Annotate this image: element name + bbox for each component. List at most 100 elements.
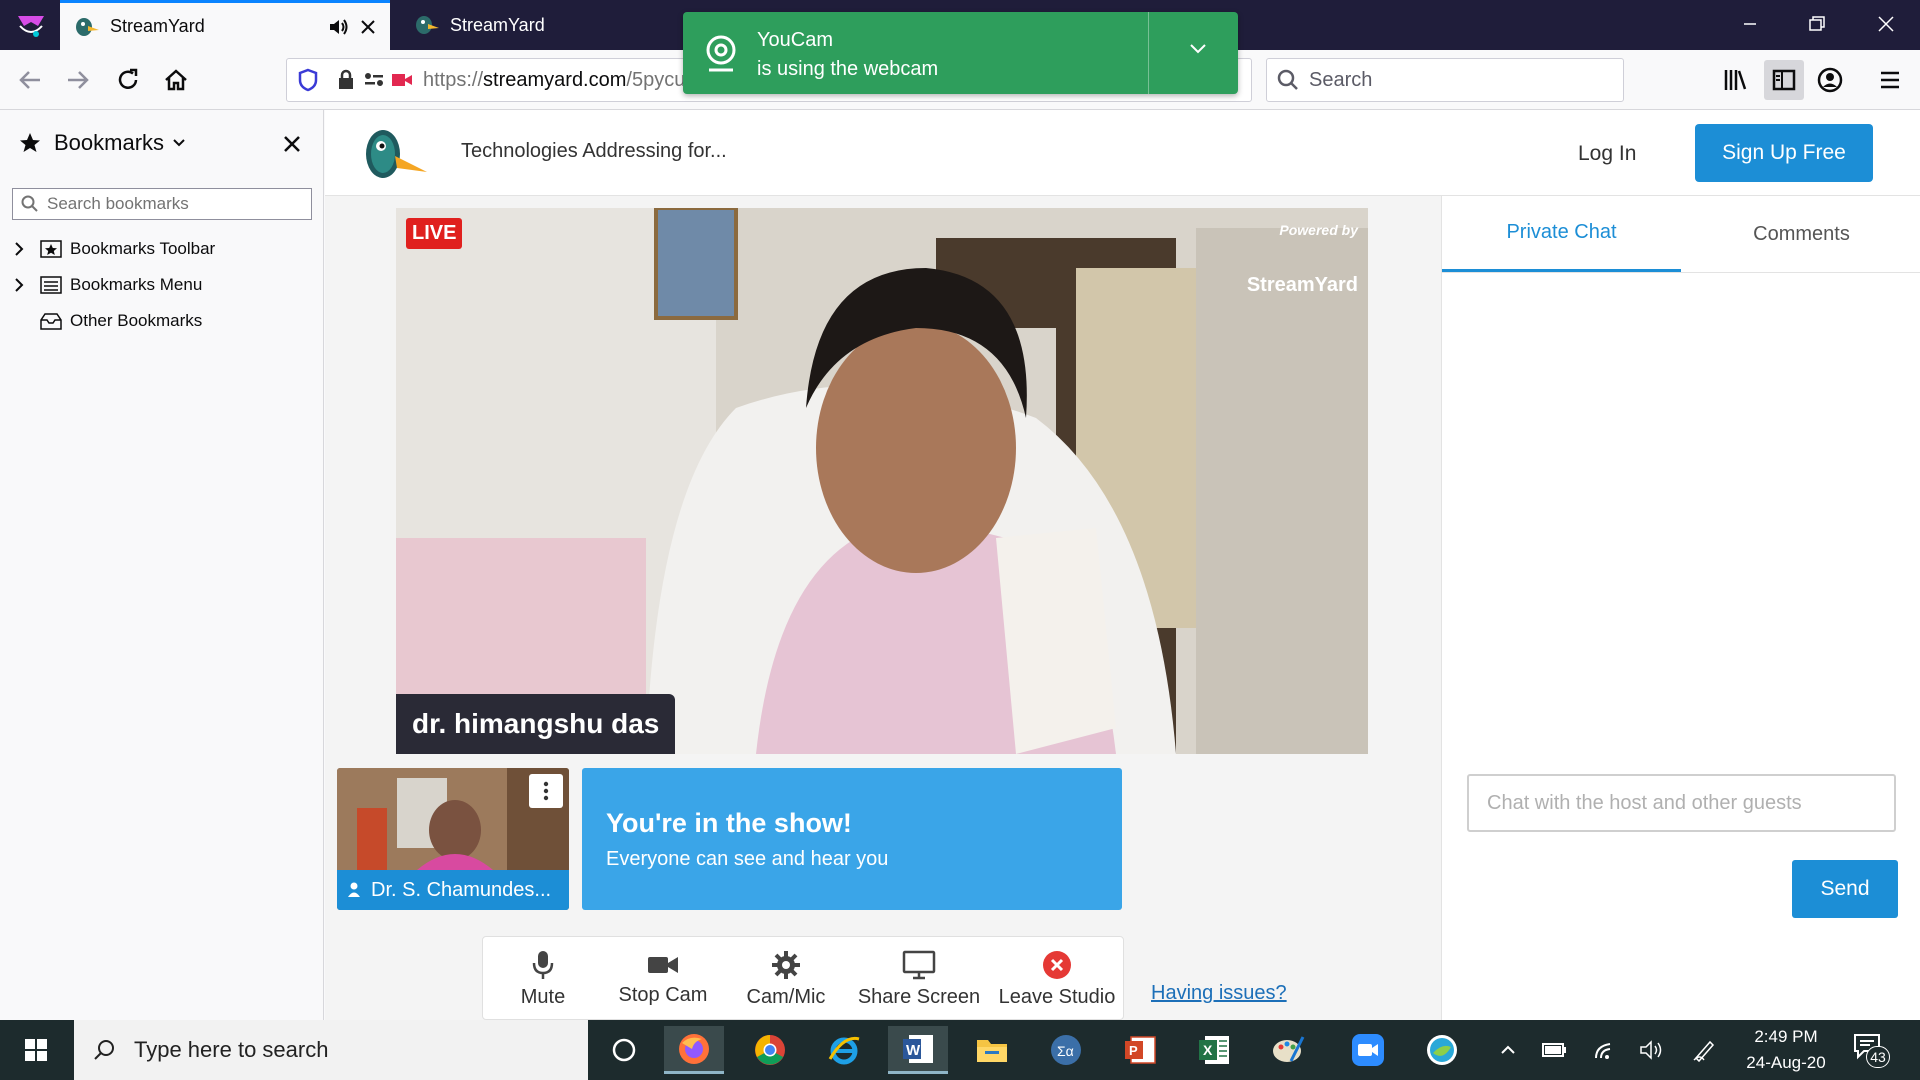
account-icon[interactable] [1816, 66, 1844, 94]
guest-options-button[interactable] [529, 774, 563, 808]
cam-mic-settings-button[interactable]: Cam/Mic [731, 937, 841, 1021]
streamyard-favicon-icon [76, 17, 99, 36]
sidebar-toggle-button[interactable] [1764, 60, 1804, 100]
windows-logo-icon [25, 1039, 47, 1061]
back-button[interactable] [14, 64, 46, 96]
zoom-icon [1352, 1034, 1384, 1066]
cortana-circle-icon [612, 1038, 636, 1062]
chevron-right-icon [15, 242, 24, 256]
forward-arrow-icon [68, 71, 89, 89]
close-sidebar-icon[interactable] [282, 134, 302, 154]
tab-comments[interactable]: Comments [1682, 196, 1920, 272]
camera-in-use-icon[interactable] [391, 71, 413, 89]
speaker-name-tag: dr. himangshu das [396, 694, 676, 754]
leave-close-icon [1043, 950, 1071, 979]
bookmarks-sidebar-header[interactable]: Bookmarks [18, 130, 186, 156]
permissions-icon[interactable] [363, 70, 385, 90]
bookmarks-menu-icon [40, 276, 62, 294]
streamyard-logo-icon[interactable] [361, 124, 429, 182]
taskbar-powerpoint[interactable]: P [1110, 1026, 1170, 1074]
person-icon [348, 882, 360, 897]
taskbar-internet-explorer[interactable] [814, 1026, 874, 1074]
volume-icon[interactable] [1638, 1036, 1666, 1064]
mute-button[interactable]: Mute [495, 937, 591, 1021]
taskbar-word[interactable]: W [888, 1026, 948, 1074]
clock-time: 2:49 PM [1754, 1027, 1818, 1046]
share-screen-button[interactable]: Share Screen [851, 937, 987, 1021]
chevron-right-icon [15, 278, 24, 292]
taskbar-file-explorer[interactable] [962, 1026, 1022, 1074]
tab-streamyard-inactive[interactable]: StreamYard [400, 0, 700, 50]
chat-input-placeholder: Chat with the host and other guests [1487, 791, 1802, 814]
sidebar-icon [1772, 69, 1796, 91]
hamburger-menu-icon[interactable] [1876, 66, 1904, 94]
leave-studio-button[interactable]: Leave Studio [997, 937, 1117, 1021]
wifi-icon[interactable] [1592, 1036, 1620, 1064]
login-link[interactable]: Log In [1578, 142, 1636, 166]
microphone-icon [532, 950, 554, 979]
start-button[interactable] [0, 1020, 72, 1080]
minimize-icon[interactable] [1736, 12, 1764, 36]
paint-palette-icon [1273, 1036, 1305, 1062]
action-center-button[interactable]: 43 [1852, 1032, 1892, 1068]
reload-button[interactable] [112, 64, 144, 96]
battery-icon[interactable] [1540, 1036, 1568, 1064]
windows-taskbar: Type here to search W Σα P X 2:49 PM 24- [0, 1020, 1920, 1080]
svg-text:Σα: Σα [1057, 1043, 1074, 1059]
taskbar-youcam[interactable] [1412, 1026, 1472, 1074]
chat-input[interactable]: Chat with the host and other guests [1467, 774, 1896, 832]
close-window-icon[interactable] [1872, 12, 1900, 36]
restore-icon[interactable] [1802, 12, 1830, 36]
home-button[interactable] [160, 64, 192, 96]
studio-controls-bar: Mute Stop Cam Cam/Mic Share Screen Leave… [482, 936, 1124, 1020]
send-button[interactable]: Send [1792, 860, 1898, 918]
monitor-icon [902, 950, 936, 979]
taskbar-paint[interactable] [1258, 1026, 1318, 1074]
taskbar-math-app[interactable]: Σα [1036, 1026, 1096, 1074]
stop-cam-button[interactable]: Stop Cam [605, 937, 721, 1021]
taskbar-search-box[interactable]: Type here to search [74, 1020, 588, 1080]
signup-button[interactable]: Sign Up Free [1695, 124, 1873, 182]
tab-streamyard-active[interactable]: StreamYard [60, 0, 390, 50]
guest-video-tile[interactable]: Dr. S. Chamundes... [337, 768, 569, 910]
taskbar-clock[interactable]: 2:49 PM 24-Aug-20 [1726, 1024, 1846, 1076]
cortana-button[interactable] [594, 1026, 654, 1074]
in-show-card: You're in the show! Everyone can see and… [582, 768, 1122, 910]
chevron-down-icon[interactable] [1188, 42, 1208, 56]
having-issues-link[interactable]: Having issues? [1151, 982, 1287, 1005]
bookmarks-title: Bookmarks [54, 130, 165, 155]
taskbar-zoom[interactable] [1338, 1026, 1398, 1074]
speaker-video-frame [396, 208, 1368, 754]
streamyard-favicon-icon [416, 16, 439, 34]
notification-message: is using the webcam [757, 58, 939, 80]
guest-name: Dr. S. Chamundes... [371, 878, 552, 901]
pen-workspace-icon[interactable] [1690, 1036, 1718, 1064]
sidebar-item-bookmarks-menu[interactable]: Bookmarks Menu [10, 270, 202, 300]
math-input-icon: Σα [1051, 1035, 1081, 1065]
chat-tab-divider [1442, 272, 1920, 273]
sidebar-item-other-bookmarks[interactable]: Other Bookmarks [10, 306, 202, 336]
search-bar[interactable]: Search [1266, 58, 1624, 102]
webcam-notification[interactable]: YouCam is using the webcam [683, 12, 1238, 94]
leave-studio-label: Leave Studio [998, 985, 1116, 1008]
sidebar-item-bookmarks-toolbar[interactable]: Bookmarks Toolbar [10, 234, 215, 264]
tab-audio-speaker-icon[interactable] [328, 17, 350, 37]
library-icon[interactable] [1722, 66, 1750, 94]
taskbar-excel[interactable]: X [1184, 1026, 1244, 1074]
broadcast-title: Technologies Addressing for... [461, 140, 727, 162]
show-hidden-icons-icon[interactable] [1494, 1036, 1522, 1064]
powered-by-text: Powered by [1279, 222, 1358, 238]
star-icon [20, 133, 40, 152]
search-bookmarks-input[interactable]: Search bookmarks [12, 188, 312, 220]
forward-button[interactable] [62, 64, 94, 96]
home-icon [165, 69, 187, 91]
tracking-shield-icon[interactable] [297, 68, 319, 92]
tab-private-chat[interactable]: Private Chat [1442, 196, 1681, 272]
powerpoint-icon: P [1125, 1036, 1156, 1064]
taskbar-chrome[interactable] [740, 1026, 800, 1074]
lock-icon[interactable] [337, 69, 355, 91]
firefox-menu-icon[interactable] [14, 12, 48, 42]
taskbar-firefox[interactable] [664, 1026, 724, 1074]
tab-close-icon[interactable] [360, 19, 376, 35]
svg-text:X: X [1203, 1042, 1213, 1058]
